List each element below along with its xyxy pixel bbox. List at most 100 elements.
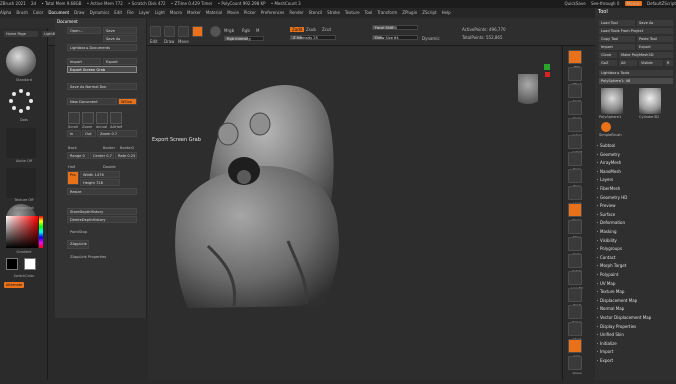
shelf-ghost-button[interactable] [568, 322, 582, 336]
tool-thumb-polysphere[interactable] [601, 88, 623, 114]
subpalette-nanomesh[interactable]: NanoMesh [597, 168, 621, 175]
subpalette-import[interactable]: Import [596, 348, 613, 355]
subpalette-normal-map[interactable]: Normal Map [596, 305, 624, 312]
menu-movie[interactable]: Movie [227, 10, 239, 15]
new-document-button[interactable]: New Document [67, 98, 117, 105]
menus-button[interactable]: Menus [624, 1, 642, 6]
rgb-intensity-slider[interactable]: Rgb Intensity [224, 36, 264, 41]
menu-zscript[interactable]: ZScript [422, 10, 436, 15]
z-intensity-slider[interactable]: Z Intensity 25 [290, 35, 336, 40]
actual-icon[interactable] [96, 112, 108, 124]
zoom-value-slider[interactable]: Zoom 0.7 [97, 130, 137, 137]
menu-light[interactable]: Light [155, 10, 165, 15]
menu-material[interactable]: Material [206, 10, 222, 15]
shelf-spix-3-button[interactable] [568, 67, 582, 81]
subpalette-vector-displacement-map[interactable]: Vector Displacement Map [596, 314, 651, 321]
height-slider[interactable]: Height 728 [80, 179, 120, 186]
mrgb-toggle[interactable]: Mrgb [224, 28, 234, 33]
zoom-in-button[interactable]: In [67, 130, 81, 137]
goz-visible-button[interactable]: Visible [639, 60, 663, 66]
subpalette-displacement-map[interactable]: Displacement Map [596, 297, 637, 304]
menu-stencil[interactable]: Stencil [309, 10, 323, 15]
menu-render[interactable]: Render [289, 10, 303, 15]
m-toggle[interactable]: M [256, 28, 259, 33]
alpha-thumbnail[interactable] [6, 128, 36, 158]
wsize-button[interactable]: WSize [118, 98, 137, 105]
subpalette-unified-skin[interactable]: Unified Skin [597, 331, 624, 338]
dynamic-toggle[interactable]: Dynamic [422, 36, 440, 41]
menu-brush[interactable]: Brush [16, 10, 28, 15]
color-picker[interactable] [6, 216, 38, 248]
load-tools-from-project-button[interactable]: Load Tools From Project [599, 28, 673, 34]
paste-tool-button[interactable]: Paste Tool [637, 36, 673, 42]
menu-marker[interactable]: Marker [187, 10, 201, 15]
subpalette-initialize[interactable]: Initialize [597, 340, 617, 347]
brush-thumbnail[interactable] [6, 46, 36, 76]
paint-stop-button[interactable]: PaintStop [70, 230, 87, 234]
menu-draw[interactable]: Draw [74, 10, 84, 15]
gradient-toggle[interactable]: Gradient [2, 250, 46, 254]
edit-button[interactable] [150, 26, 161, 37]
menu-picker[interactable]: Picker [244, 10, 256, 15]
subpalette-surface[interactable]: Surface [596, 211, 615, 218]
navigation-gizmo-icon[interactable] [518, 74, 538, 110]
shelf-frame-button[interactable] [568, 203, 582, 217]
zcut-toggle[interactable]: Zcut [322, 27, 331, 32]
menu-color[interactable]: Color [33, 10, 43, 15]
zadd-toggle[interactable]: Zadd [290, 27, 305, 32]
subpalette-masking[interactable]: Masking [597, 228, 617, 235]
draw-size-slider[interactable]: Draw Size 64 [372, 35, 418, 40]
menu-texture[interactable]: Texture [345, 10, 360, 15]
center-slider[interactable]: Center 0.7 [90, 152, 114, 159]
zsub-toggle[interactable]: Zsub [306, 27, 316, 32]
load-tool-button[interactable]: Load Tool [599, 20, 635, 26]
export-button[interactable]: Export [103, 58, 137, 65]
menu-stroke[interactable]: Stroke [327, 10, 340, 15]
shelf-xpose-button[interactable] [568, 356, 582, 370]
subpalette-arraymesh[interactable]: ArrayMesh [596, 159, 621, 166]
switch-color-button[interactable]: SwitchColor [2, 274, 46, 278]
subpalette-deformation[interactable]: Deformation [597, 219, 625, 226]
subpalette-export[interactable]: Export [596, 357, 613, 364]
open-button[interactable]: Open... [67, 27, 101, 34]
tool-thumb-cylinder[interactable] [639, 88, 661, 114]
see-through-slider[interactable]: See-through 0 [591, 1, 619, 6]
menu-dynamics[interactable]: Dynamics [90, 10, 110, 15]
menu-alpha[interactable]: Alpha [0, 10, 11, 15]
zoom-icon[interactable] [82, 112, 94, 124]
shelf-transp-button[interactable] [568, 305, 582, 319]
shelf-rotate-button[interactable] [568, 254, 582, 268]
rgb-toggle[interactable]: Rgb [242, 28, 250, 33]
save-button[interactable]: Save [103, 27, 137, 34]
menu-layer[interactable]: Layer [139, 10, 150, 15]
stroke-thumbnail[interactable] [6, 86, 36, 116]
menu-macro[interactable]: Macro [170, 10, 182, 15]
subpalette-geometry[interactable]: Geometry [597, 151, 620, 158]
hue-strip[interactable] [39, 216, 43, 248]
resize-button[interactable]: Resize [67, 188, 137, 195]
shelf-zoom-button[interactable] [568, 101, 582, 115]
shelf-line-fill-button[interactable] [568, 271, 582, 285]
brush-preview-icon[interactable] [192, 26, 203, 37]
subpalette-polypaint[interactable]: Polypaint [596, 271, 618, 278]
aahalf-icon[interactable] [110, 112, 122, 124]
tool-export-button[interactable]: Export [637, 44, 673, 50]
pro-toggle[interactable]: Pro [67, 171, 79, 185]
quicksave-button[interactable]: QuickSave [565, 1, 586, 6]
tool-thumb-simplebrush[interactable] [601, 122, 611, 132]
subpalette-fibermesh[interactable]: FiberMesh [596, 185, 620, 192]
menu-zplugin[interactable]: ZPlugin [402, 10, 417, 15]
goz-r-button[interactable]: R [665, 60, 673, 66]
shelf-scroll-button[interactable] [568, 84, 582, 98]
store-depth-history-button[interactable]: StoreDepthHistory [67, 208, 137, 215]
default-zscript-button[interactable]: DefaultZScript [647, 1, 676, 6]
menu-help[interactable]: Help [442, 10, 451, 15]
subpalette-polygroups[interactable]: Polygroups [597, 245, 622, 252]
lightbox-documents-button[interactable]: Lightbox ▸ Documents [67, 44, 137, 51]
home-page-button[interactable]: Home Page [4, 31, 38, 37]
shelf-solo-button[interactable] [568, 339, 582, 353]
main-color-swatch[interactable] [6, 258, 18, 270]
shelf-polyf-button[interactable] [568, 288, 582, 302]
zapplink-properties-button[interactable]: ZAppLink Properties [70, 255, 106, 259]
subpalette-morph-target[interactable]: Morph Target [596, 262, 626, 269]
